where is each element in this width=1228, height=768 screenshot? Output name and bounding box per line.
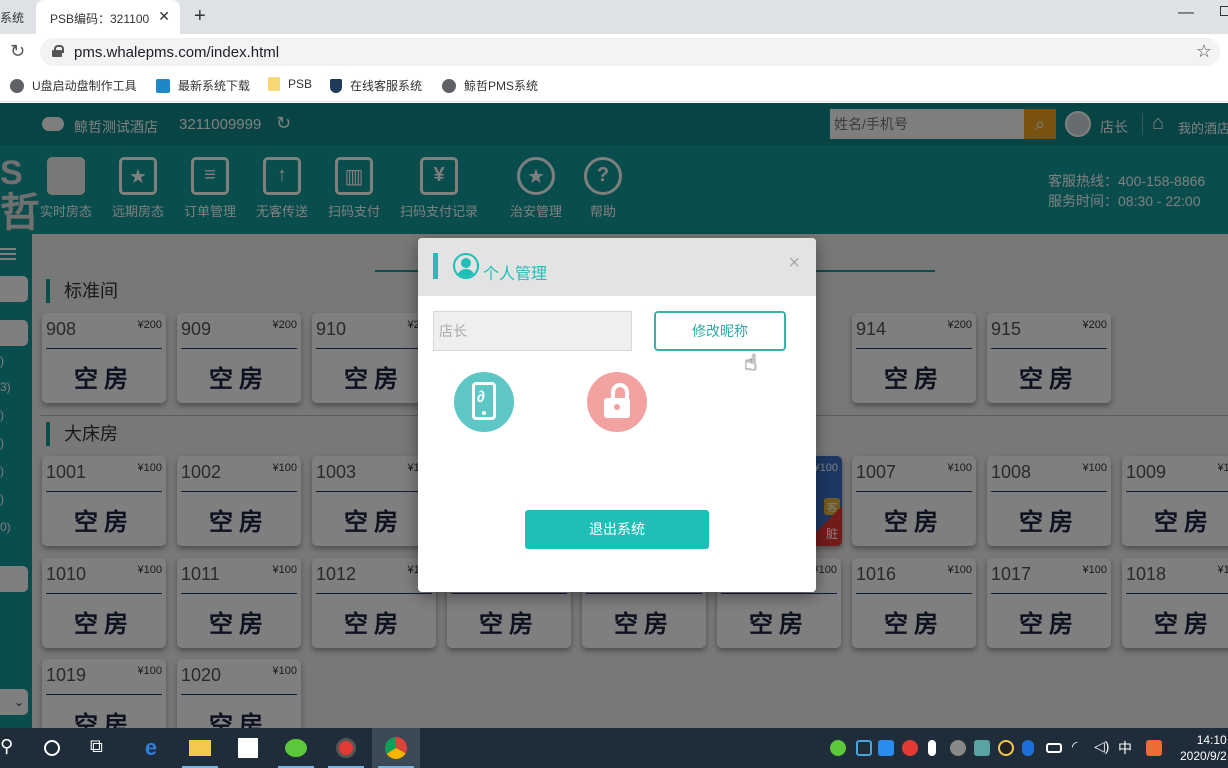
bookmark-label: 最新系统下载 [178,79,251,93]
close-icon[interactable]: × [788,252,800,275]
lock-body-icon [604,398,630,418]
omnibox[interactable]: pms.whalepms.com/index.html ☆ [40,38,1220,66]
bookmark-item[interactable]: 在线客服系统 [330,77,422,94]
cortana-icon[interactable] [44,740,60,756]
browser-tab-bar: 系统 PSB编码：321100 ✕ + — [0,0,1228,34]
nickname-input[interactable] [433,311,632,351]
file-explorer-icon[interactable] [176,728,224,768]
clock-time: 14:10 [1196,733,1227,747]
user-icon [453,253,479,279]
thunder-tray-icon[interactable] [878,740,894,756]
browser-tab-active[interactable]: PSB编码：321100 ✕ [36,0,180,34]
shield-icon [330,78,342,93]
windows-taskbar: ⚲ ⧉ e ◜ ◁) 中 14:10 2020/9/2 [0,728,1228,768]
personal-management-dialog: 个人管理 × 修改昵称 ∂ 退出系统 [418,238,816,592]
edge-icon[interactable]: e [127,728,175,768]
tab-close-icon[interactable]: ✕ [158,8,170,25]
search-icon[interactable]: ⚲ [0,736,13,757]
accent-bar [433,253,438,279]
globe-icon [442,78,456,93]
maximize-window-icon[interactable] [1220,6,1228,16]
bookmark-item[interactable]: 最新系统下载 [156,77,250,94]
logout-button[interactable]: 退出系统 [525,510,709,549]
link-icon: ∂ [477,389,485,406]
address-bar: ↻ pms.whalepms.com/index.html ☆ [0,34,1228,70]
store-icon[interactable] [224,728,272,768]
bookmark-star-icon[interactable]: ☆ [1196,41,1212,62]
site-icon [156,78,170,93]
url-text[interactable]: pms.whalepms.com/index.html [74,44,279,61]
app-tray-icon[interactable] [974,740,990,756]
microphone-tray-icon[interactable] [928,740,936,756]
record-tray-icon[interactable] [902,740,918,756]
recorder-icon[interactable] [322,728,370,768]
bookmark-item[interactable]: PSB [268,77,312,91]
wechat-icon[interactable] [272,728,320,768]
change-nickname-button[interactable]: 修改昵称 [654,311,786,351]
bookmark-label: PSB [288,77,313,91]
unlock-icon [611,383,629,399]
change-password-button[interactable] [587,372,647,432]
dialog-title: 个人管理 [483,266,548,283]
browser-tab-previous[interactable]: 系统 [0,9,24,26]
hand-cursor-icon: ☝ [744,350,758,375]
dialog-header: 个人管理 × [418,238,816,296]
tab-title: PSB编码：321100 [50,12,150,26]
bind-phone-button[interactable]: ∂ [454,372,514,432]
wechat-tray-icon[interactable] [830,740,846,756]
wifi-tray-icon[interactable]: ◜ [1072,738,1077,755]
sogou-tray-icon[interactable] [1146,740,1162,756]
new-tab-button[interactable]: + [194,5,206,28]
ime-indicator[interactable]: 中 [1118,738,1132,758]
reload-icon[interactable]: ↻ [10,41,25,62]
bookmark-label: U盘启动盘制作工具 [32,79,137,93]
battery-tray-icon[interactable] [1046,743,1062,753]
folder-icon [268,77,280,91]
lock-icon [52,45,64,57]
clock-date: 2020/9/2 [1180,749,1227,763]
globe-icon [10,78,24,93]
system-clock[interactable]: 14:10 2020/9/2 [1180,732,1227,764]
bookmarks-bar: U盘启动盘制作工具 最新系统下载 PSB 在线客服系统 鲸哲PMS系统 [0,70,1228,102]
bookmark-label: 在线客服系统 [350,79,423,93]
cloud-tray-icon[interactable] [950,740,966,756]
bookmark-item[interactable]: U盘启动盘制作工具 [10,77,137,94]
chrome-icon[interactable] [372,728,420,768]
volume-tray-icon[interactable]: ◁) [1094,738,1109,755]
bookmark-label: 鲸哲PMS系统 [464,79,539,93]
bluetooth-tray-icon[interactable] [1022,740,1034,756]
bookmark-item[interactable]: 鲸哲PMS系统 [442,77,538,94]
task-view-icon[interactable]: ⧉ [90,736,103,757]
qq-tray-icon[interactable] [998,740,1014,756]
minimize-window-icon[interactable]: — [1178,4,1194,22]
security-tray-icon[interactable] [856,740,872,756]
